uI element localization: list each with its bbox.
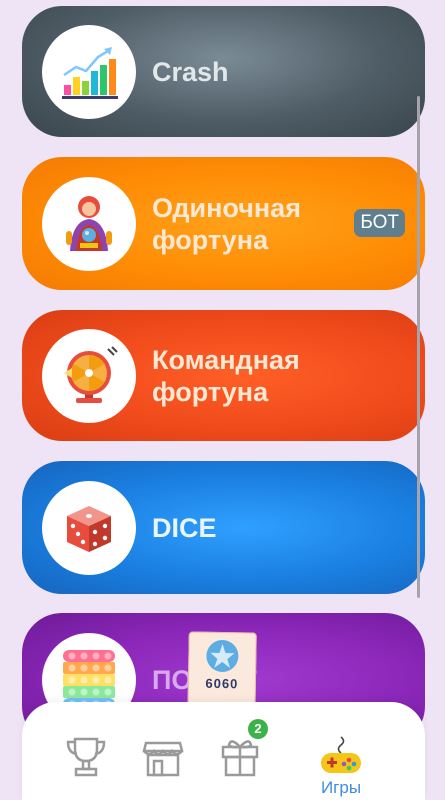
game-card-crash[interactable]: Crash [22,6,425,137]
trophy-icon [66,737,106,777]
game-list: Crash Одиночная фортуна БОТ Командная фо… [0,0,445,800]
game-card-dice[interactable]: DICE [22,461,425,594]
game-title: DICE [152,512,217,543]
dice-icon [67,505,111,552]
notification-badge: 2 [248,719,268,739]
game-card-single-fortune[interactable]: Одиночная фортуна БОТ [22,157,425,290]
gift-box-icon [221,740,259,777]
gamepad-icon [321,736,361,773]
bot-badge: БОТ [354,209,405,237]
game-card-team-fortune[interactable]: Командная фортуна [22,310,425,441]
fortune-teller-icon [66,195,112,251]
nav-item-trophy[interactable] [56,726,116,786]
game-title: Crash [152,56,229,87]
nav-label-games[interactable]: Игры [311,778,371,798]
game-icon-circle [42,176,136,271]
shop-icon [142,741,184,777]
fortune-wheel-icon [64,345,118,403]
nav-item-games[interactable] [311,726,371,786]
ticket-number: 6060 [205,675,239,692]
game-icon-circle [42,328,136,423]
game-icon-circle [42,24,136,119]
game-title: Одиночная фортуна [152,192,301,255]
game-icon-circle [42,480,136,575]
scrollbar[interactable] [417,96,420,598]
chart-bars-icon [62,46,118,99]
game-title: Командная фортуна [152,344,300,407]
bottom-nav: 2 Игры [22,702,425,800]
nav-item-shop[interactable] [133,726,193,786]
